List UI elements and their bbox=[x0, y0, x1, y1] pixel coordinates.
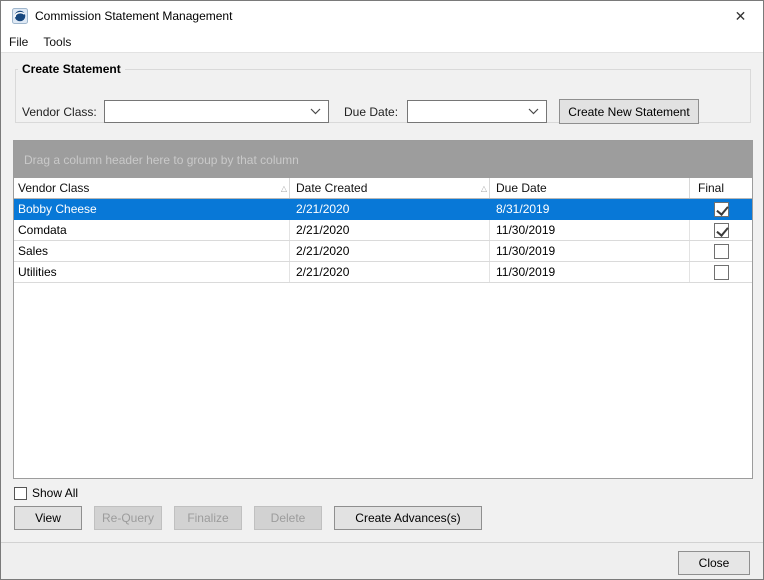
menu-tools[interactable]: Tools bbox=[36, 32, 78, 52]
final-checkbox[interactable] bbox=[714, 223, 729, 238]
cell-vendor-class: Bobby Cheese bbox=[14, 199, 290, 219]
due-date-label: Due Date: bbox=[344, 105, 407, 119]
cell-due-date: 11/30/2019 bbox=[490, 241, 690, 261]
cell-vendor-class: Comdata bbox=[14, 220, 290, 240]
table-row[interactable]: Bobby Cheese2/21/20208/31/2019 bbox=[14, 199, 752, 220]
action-button-row: View Re-Query Finalize Delete Create Advance… bbox=[14, 506, 482, 530]
final-checkbox[interactable] bbox=[714, 265, 729, 280]
cell-final bbox=[690, 220, 752, 240]
vendor-class-combobox[interactable] bbox=[104, 100, 329, 123]
grid-header-row: Vendor Class △ Date Created △ Due Date Final bbox=[14, 178, 752, 199]
column-header-label: Due Date bbox=[496, 181, 547, 195]
grid-body: Bobby Cheese2/21/20208/31/2019Comdata2/2… bbox=[14, 199, 752, 478]
chevron-down-icon bbox=[310, 108, 321, 115]
create-statement-group-label: Create Statement bbox=[18, 62, 125, 76]
view-button[interactable]: View bbox=[14, 506, 82, 530]
create-new-statement-button[interactable]: Create New Statement bbox=[559, 99, 699, 124]
table-row[interactable]: Comdata2/21/202011/30/2019 bbox=[14, 220, 752, 241]
re-query-button[interactable]: Re-Query bbox=[94, 506, 162, 530]
window-title: Commission Statement Management bbox=[35, 9, 232, 23]
cell-due-date: 11/30/2019 bbox=[490, 262, 690, 282]
show-all-checkbox[interactable]: Show All bbox=[14, 486, 78, 500]
cell-final bbox=[690, 199, 752, 219]
window-close-button[interactable]: ✕ bbox=[718, 1, 763, 31]
show-all-label: Show All bbox=[32, 486, 78, 500]
app-icon bbox=[12, 8, 28, 24]
close-button[interactable]: Close bbox=[678, 551, 750, 575]
cell-final bbox=[690, 241, 752, 261]
cell-final bbox=[690, 262, 752, 282]
vendor-class-label: Vendor Class: bbox=[22, 105, 104, 119]
cell-vendor-class: Utilities bbox=[14, 262, 290, 282]
delete-button[interactable]: Delete bbox=[254, 506, 322, 530]
cell-date-created: 2/21/2020 bbox=[290, 220, 490, 240]
column-header-label: Vendor Class bbox=[18, 181, 89, 195]
cell-date-created: 2/21/2020 bbox=[290, 199, 490, 219]
create-statement-group: Create Statement Vendor Class: Due Date:… bbox=[15, 62, 751, 123]
column-header-label: Date Created bbox=[296, 181, 367, 195]
finalize-button[interactable]: Finalize bbox=[174, 506, 242, 530]
sort-indicator-icon: △ bbox=[481, 184, 487, 193]
column-header-date-created[interactable]: Date Created △ bbox=[290, 178, 490, 198]
cell-vendor-class: Sales bbox=[14, 241, 290, 261]
title-bar: Commission Statement Management ✕ bbox=[1, 1, 763, 31]
column-header-label: Final bbox=[698, 181, 724, 195]
due-date-combobox[interactable] bbox=[407, 100, 547, 123]
menu-bar: File Tools bbox=[1, 31, 763, 53]
dialog-footer: Close bbox=[1, 542, 763, 580]
menu-file[interactable]: File bbox=[2, 32, 35, 52]
table-row[interactable]: Sales2/21/202011/30/2019 bbox=[14, 241, 752, 262]
create-advances-s-button[interactable]: Create Advances(s) bbox=[334, 506, 482, 530]
final-checkbox[interactable] bbox=[714, 202, 729, 217]
cell-date-created: 2/21/2020 bbox=[290, 262, 490, 282]
sort-indicator-icon: △ bbox=[281, 184, 287, 193]
statements-grid: Drag a column header here to group by th… bbox=[13, 140, 753, 479]
checkbox-box[interactable] bbox=[14, 487, 27, 500]
group-by-band[interactable]: Drag a column header here to group by th… bbox=[14, 141, 752, 178]
cell-due-date: 8/31/2019 bbox=[490, 199, 690, 219]
column-header-final[interactable]: Final bbox=[690, 178, 752, 198]
column-header-vendor-class[interactable]: Vendor Class △ bbox=[14, 178, 290, 198]
column-header-due-date[interactable]: Due Date bbox=[490, 178, 690, 198]
chevron-down-icon bbox=[528, 108, 539, 115]
cell-date-created: 2/21/2020 bbox=[290, 241, 490, 261]
commission-statement-window: Commission Statement Management ✕ File T… bbox=[0, 0, 764, 580]
final-checkbox[interactable] bbox=[714, 244, 729, 259]
table-row[interactable]: Utilities2/21/202011/30/2019 bbox=[14, 262, 752, 283]
cell-due-date: 11/30/2019 bbox=[490, 220, 690, 240]
